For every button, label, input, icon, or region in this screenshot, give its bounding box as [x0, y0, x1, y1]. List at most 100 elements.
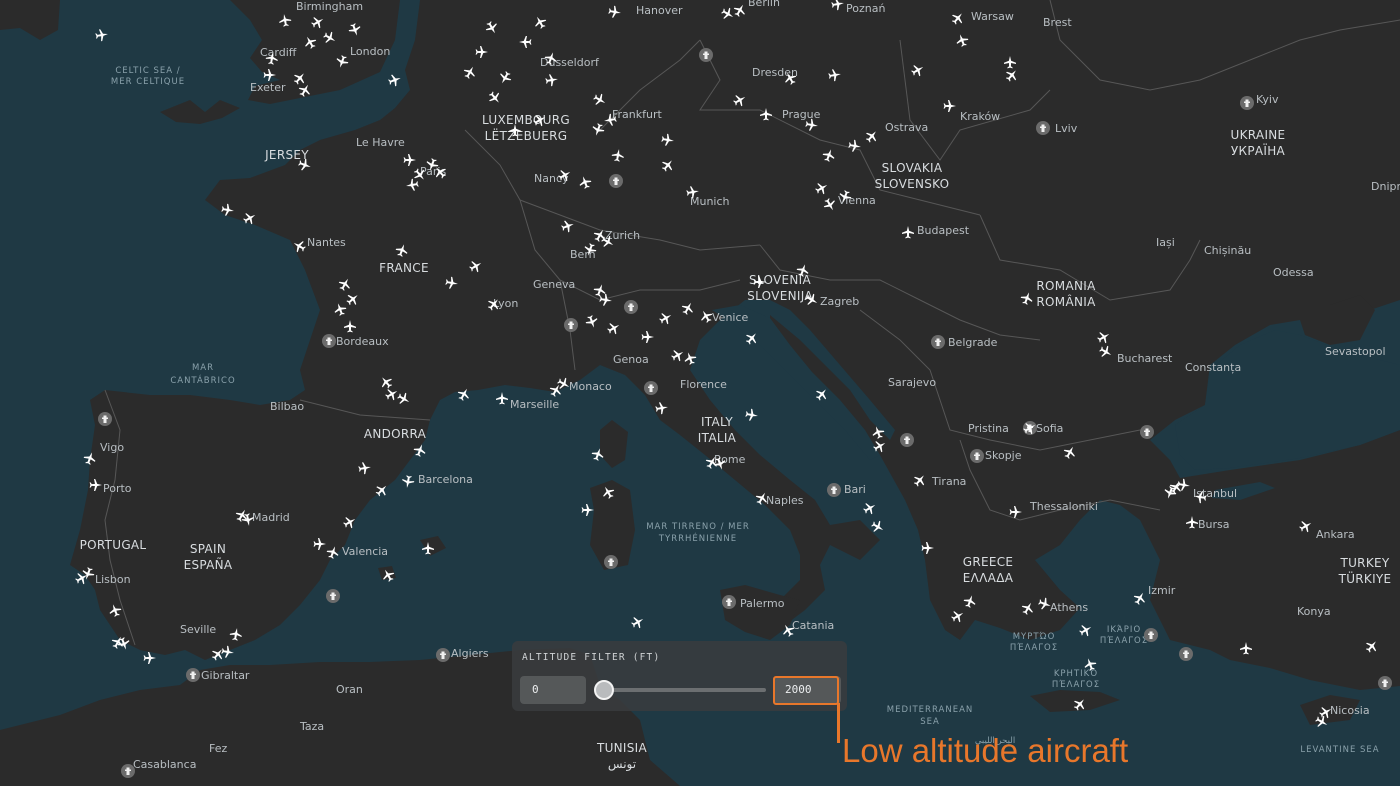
callout-label: Low altitude aircraft	[842, 732, 1129, 769]
city-label: Belgrade	[948, 336, 998, 349]
airport-icon	[322, 334, 336, 348]
city-label: Bucharest	[1117, 352, 1173, 365]
airport-icon	[931, 335, 945, 349]
min-altitude-input[interactable]: 0	[520, 676, 586, 704]
country-label: ITALY	[701, 415, 733, 429]
airport-icon	[98, 412, 112, 426]
city-label: Marseille	[510, 398, 559, 411]
sea-label: ΙΚΆΡΙΟ	[1107, 625, 1141, 635]
airport-icon	[624, 300, 638, 314]
city-label: Kraków	[960, 110, 1000, 123]
country-label: LËTZEBUERG	[485, 128, 568, 143]
city-label: Taza	[299, 720, 324, 733]
city-label: Bilbao	[270, 400, 304, 413]
city-label: Sofia	[1036, 422, 1063, 435]
city-label: Le Havre	[356, 136, 405, 149]
country-label: TURKEY	[1339, 556, 1389, 570]
city-label: Brest	[1043, 16, 1072, 29]
country-label: JERSEY	[264, 148, 309, 162]
city-label: Athens	[1050, 601, 1088, 614]
airport-icon	[1036, 121, 1050, 135]
city-label: Bari	[844, 483, 866, 496]
city-label: London	[350, 45, 390, 58]
city-label: Thessaloniki	[1029, 500, 1098, 513]
sea-label: SEA	[920, 717, 940, 727]
sea-label: MER CELTIQUE	[111, 77, 185, 87]
city-label: Iași	[1156, 236, 1175, 249]
country-label: ITALIA	[698, 431, 737, 445]
city-label: Zagreb	[820, 295, 859, 308]
airport-icon	[436, 648, 450, 662]
city-label: Prague	[782, 108, 821, 121]
city-label: Gibraltar	[201, 669, 250, 682]
city-label: Barcelona	[418, 473, 473, 486]
country-label: FRANCE	[379, 261, 429, 275]
airport-icon	[722, 595, 736, 609]
city-label: Munich	[690, 195, 730, 208]
city-label: Oran	[336, 683, 363, 696]
altitude-slider-thumb[interactable]	[594, 680, 614, 700]
country-label: PORTUGAL	[80, 538, 147, 552]
city-label: Kyiv	[1256, 93, 1279, 106]
airport-icon	[564, 318, 578, 332]
country-label: SLOVENSKO	[875, 177, 950, 191]
airport-icon	[186, 668, 200, 682]
airport-icon	[970, 449, 984, 463]
city-label: Lisbon	[95, 573, 131, 586]
city-label: Nantes	[307, 236, 346, 249]
callout-highlight-box	[773, 676, 839, 705]
airport-icon	[900, 433, 914, 447]
city-label: Chișinău	[1204, 244, 1251, 257]
city-label: Madrid	[252, 511, 290, 524]
country-label: SLOVENIJA	[747, 289, 813, 303]
airport-icon	[609, 174, 623, 188]
sea-label: MAR TIRRENO / MER	[646, 522, 750, 532]
airport-icon	[827, 483, 841, 497]
airport-icon	[604, 555, 618, 569]
city-label: Poznań	[846, 2, 885, 15]
city-label: Berlin	[748, 0, 780, 9]
city-label: Sarajevo	[888, 376, 936, 389]
country-label: ROMANIA	[1036, 279, 1096, 293]
country-label: SLOVAKIA	[882, 161, 943, 175]
airport-icon	[1378, 676, 1392, 690]
sea-label: CELTIC SEA /	[115, 66, 180, 76]
airport-icon	[1144, 628, 1158, 642]
city-label: Nicosia	[1330, 704, 1370, 717]
city-label: Palermo	[740, 597, 785, 610]
city-label: Frankfurt	[612, 108, 662, 121]
altitude-filter-title: ALTITUDE FILTER (FT)	[522, 652, 661, 663]
sea-label: LEVANTINE SEA	[1300, 745, 1379, 755]
sea-label: ΜΥΡΤΏΟ	[1013, 632, 1056, 642]
country-label: УКРАЇНА	[1231, 143, 1286, 158]
city-label: Izmir	[1148, 584, 1176, 597]
country-label: ΕΛΛΑΔΑ	[963, 571, 1014, 585]
city-label: Birmingham	[296, 0, 363, 13]
country-label: تونس	[608, 757, 636, 772]
sea-label: TYRRHÉNIENNE	[658, 532, 737, 544]
city-label: Lviv	[1055, 122, 1078, 135]
airport-icon	[644, 381, 658, 395]
sea-label: ΚΡΗΤΙΚΌ	[1054, 668, 1098, 679]
city-label: Bursa	[1198, 518, 1230, 531]
city-label: Seville	[180, 623, 216, 636]
city-label: Konya	[1297, 605, 1331, 618]
city-label: Ostrava	[885, 121, 928, 134]
city-label: Geneva	[533, 278, 575, 291]
city-label: Cardiff	[260, 46, 297, 59]
city-label: Vigo	[100, 441, 124, 454]
country-label: GREECE	[963, 555, 1014, 569]
city-label: Constanța	[1185, 361, 1241, 374]
country-label: TÜRKIYE	[1338, 570, 1392, 586]
airport-icon	[1240, 96, 1254, 110]
country-label: SPAIN	[190, 542, 226, 556]
city-label: Catania	[792, 619, 834, 632]
altitude-slider-track[interactable]	[604, 688, 766, 692]
city-label: Odessa	[1273, 266, 1314, 279]
sea-label: ΠΈΛΑΓΟΣ	[1100, 636, 1148, 646]
country-label: LUXEMBOURG	[482, 113, 570, 127]
city-label: Monaco	[569, 380, 612, 393]
city-label: Ankara	[1316, 528, 1355, 541]
country-label: ESPAÑA	[184, 557, 233, 572]
city-label: Exeter	[250, 81, 286, 94]
